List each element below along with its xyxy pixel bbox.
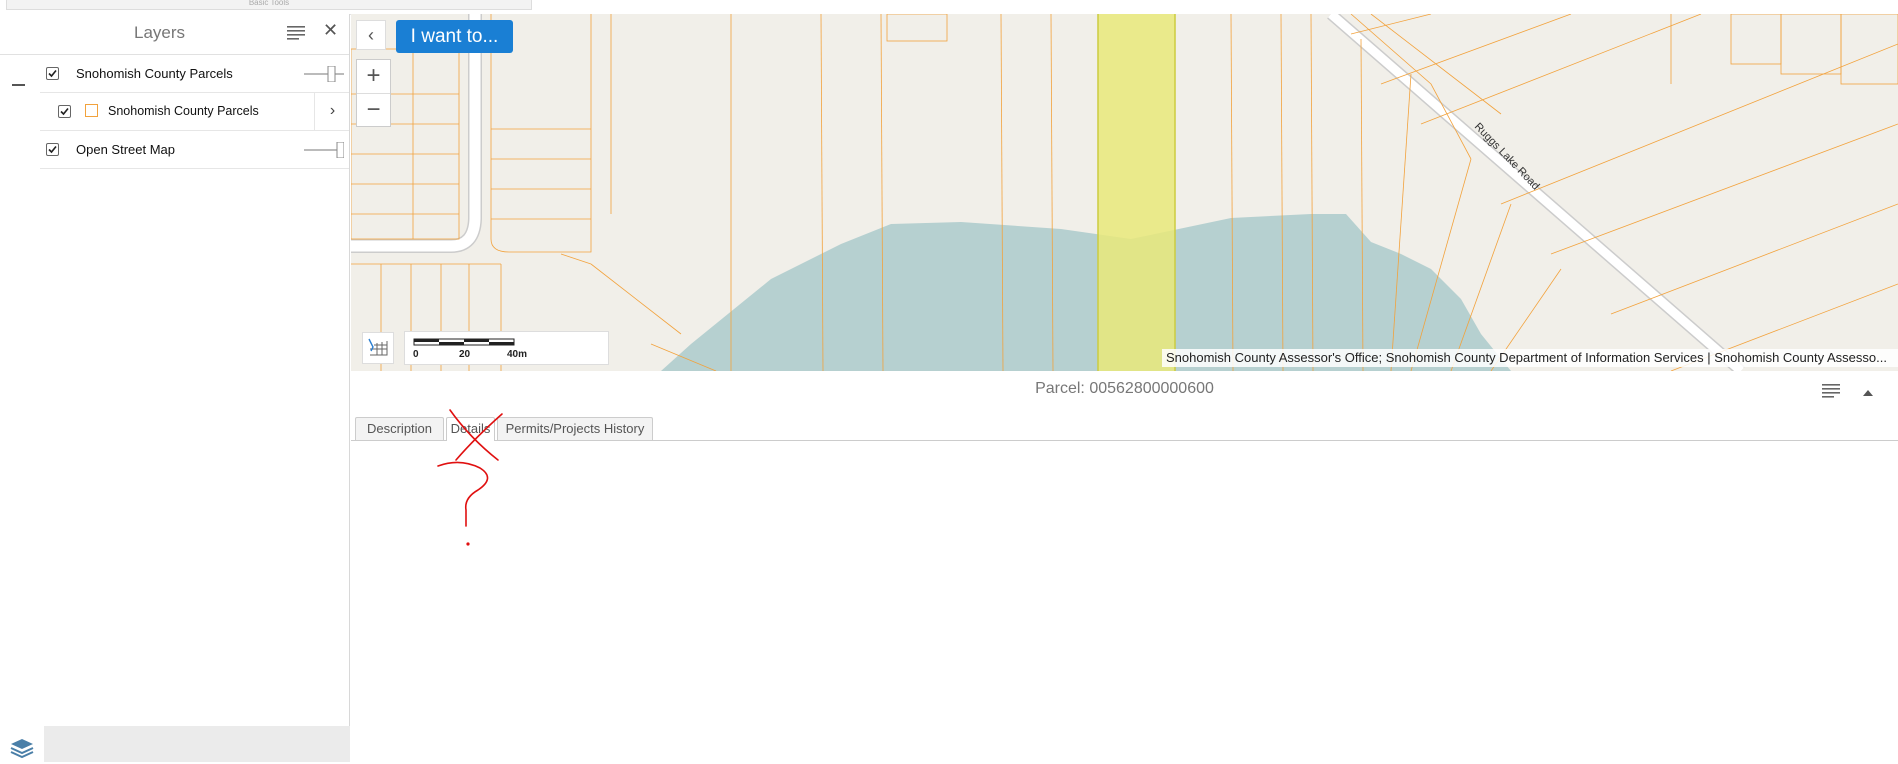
layers-stack-icon[interactable]	[8, 735, 36, 759]
menu-icon[interactable]	[1822, 383, 1842, 399]
zoom-out-button[interactable]: −	[357, 94, 390, 127]
layers-footer	[44, 726, 350, 762]
details-tab-bar: Description Details Permits/Projects His…	[351, 408, 1898, 441]
chevron-right-icon[interactable]: ›	[314, 92, 350, 130]
toolbar-tab-basic-tools[interactable]: Basic Tools	[6, 0, 532, 10]
menu-icon[interactable]	[287, 25, 307, 41]
sublayer-row-snohomish-parcels: Snohomish County Parcels ›	[40, 92, 349, 131]
close-icon[interactable]: ✕	[323, 20, 338, 41]
zoom-control: + −	[356, 59, 391, 127]
road-label: Ruggs Lake Road	[1472, 121, 1542, 193]
layers-header: Layers ✕	[0, 14, 349, 55]
zoom-in-button[interactable]: +	[357, 60, 390, 94]
parcel-title: Parcel: 00562800000600	[1035, 380, 1214, 397]
opacity-slider[interactable]	[304, 141, 345, 159]
caret-up-icon[interactable]	[1862, 385, 1874, 396]
map-view[interactable]: Ruggs Lake Road	[351, 14, 1898, 371]
tab-permits-projects-history[interactable]: Permits/Projects History	[497, 417, 653, 440]
top-toolbar: Basic Tools	[0, 0, 1898, 15]
chevron-left-icon[interactable]: ‹	[356, 20, 386, 50]
legend-swatch-icon	[85, 104, 98, 117]
collapse-icon[interactable]	[12, 84, 25, 86]
scale-bar: 0 20 40m	[404, 331, 609, 365]
layer-checkbox[interactable]	[46, 143, 59, 156]
hand-drawn-annotation	[437, 409, 503, 546]
opacity-slider[interactable]	[304, 65, 344, 83]
basemap-grid-icon[interactable]	[362, 332, 394, 364]
layers-panel: Layers ✕ Snohomish County Parcels Snohom…	[0, 14, 350, 762]
map-attribution: Snohomish County Assessor's Office; Snoh…	[1162, 349, 1898, 367]
layer-checkbox[interactable]	[46, 67, 59, 80]
layer-row-snohomish-parcels: Snohomish County Parcels	[40, 54, 349, 93]
sublayer-label: Snohomish County Parcels	[108, 104, 259, 118]
map-canvas: Ruggs Lake Road	[351, 14, 1898, 371]
layer-label: Open Street Map	[76, 142, 175, 157]
sublayer-checkbox[interactable]	[58, 105, 71, 118]
layer-label: Snohomish County Parcels	[76, 66, 233, 81]
details-header: Parcel: 00562800000600	[351, 371, 1898, 409]
scale-label: 40m	[507, 349, 528, 360]
i-want-to-button[interactable]: I want to...	[396, 20, 513, 53]
scale-label: 20	[459, 349, 471, 360]
layer-row-open-street-map: Open Street Map	[40, 130, 349, 169]
scale-label: 0	[413, 349, 419, 360]
layers-title: Layers	[133, 23, 186, 42]
